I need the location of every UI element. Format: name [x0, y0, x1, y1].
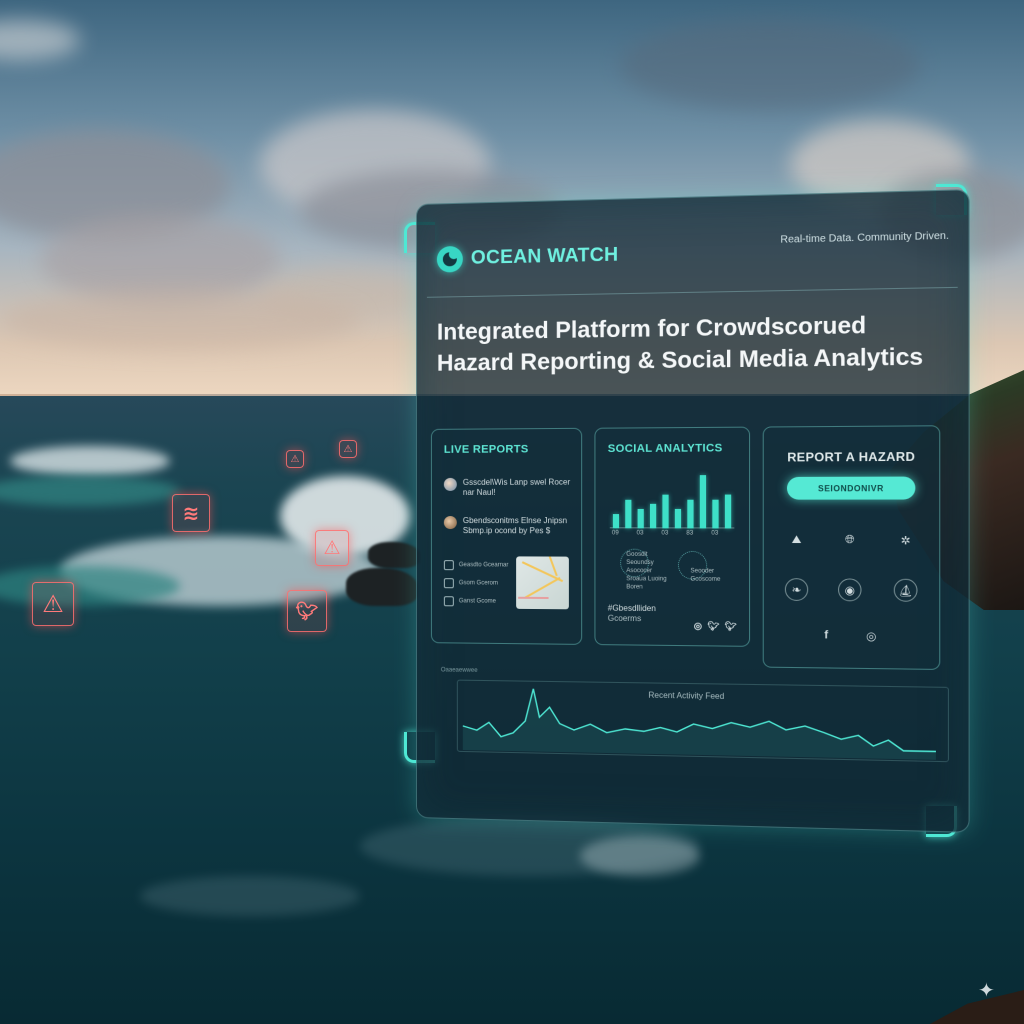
debris-icon[interactable]: ✲	[896, 531, 915, 550]
rock	[346, 568, 418, 606]
tsunami-wave-icon[interactable]: ≋	[172, 494, 210, 532]
report-hazard-card[interactable]: REPORT A HAZARD SEIONDONIVR ⛰ 🌐︎ ✲ ❧ ◉ ⛵…	[762, 425, 941, 670]
hazard-warning-icon[interactable]: ⚠	[32, 582, 74, 626]
chart-x-tick-label: 03	[636, 530, 644, 537]
activity-feed-sparkline	[427, 661, 958, 760]
report-text: Gbendsconitms Elnse Jnipsn Sbmp.ip ocond…	[462, 516, 568, 536]
chart-x-tick-labels: 09 03 03 83 03	[610, 530, 735, 538]
chart-bar	[687, 499, 694, 529]
analytics-list: Goosdit Seoundsy Asococer Sroaua Luoing …	[626, 551, 666, 592]
chart-x-tick-label: 83	[686, 530, 694, 537]
meta-text: Gsom Gcerom	[458, 580, 498, 587]
flood-icon[interactable]: ❧	[784, 578, 809, 601]
chart-bar	[674, 509, 682, 529]
chart-bar	[612, 513, 620, 529]
report-meta-row[interactable]: Gsom Gcerom	[443, 578, 498, 589]
avatar	[443, 516, 457, 530]
report-location-map[interactable]	[516, 556, 569, 610]
analytics-list-item: Gcoscome	[690, 576, 721, 583]
hashtag-text: #Gbesdlliden	[607, 603, 656, 614]
report-hazard-title: REPORT A HAZARD	[787, 449, 916, 465]
twitter-icon[interactable]: 🐦︎	[724, 621, 736, 632]
chart-bar	[637, 509, 644, 529]
avatar	[443, 477, 457, 491]
analytics-list-item: Sroaua Luoing	[626, 576, 667, 583]
social-analytics-card[interactable]: SOCIAL ANALYTICS 09 03 03 83 03 Goosdit Seou…	[594, 426, 751, 647]
report-item[interactable]: Gsscdel\Wis Lanp swel Rocer nar Naul!	[443, 477, 574, 498]
social-analytics-title: SOCIAL ANALYTICS	[607, 442, 723, 456]
tsunami-icon[interactable]: ⛰	[787, 531, 806, 550]
social-bar-chart	[609, 475, 735, 529]
wave-crest	[0, 476, 180, 506]
location-icon	[443, 560, 454, 571]
meta-text: Geasdto Gcearnar	[458, 562, 509, 569]
cloud	[620, 20, 920, 110]
boat-icon[interactable]: ⛵︎	[893, 578, 918, 602]
report-meta-row[interactable]: Geasdto Gcearnar	[443, 560, 509, 571]
analytics-list-item: Asococer	[626, 568, 653, 575]
analytics-list-item: Seoundsy	[626, 559, 654, 567]
chart-bar	[699, 475, 707, 529]
chart-bar	[662, 494, 669, 529]
chart-x-tick-label: 03	[711, 530, 719, 537]
ocean-wave-logo-icon	[436, 245, 463, 273]
hashtag-sub: Gcoerms	[607, 613, 642, 624]
globe-icon[interactable]: 🌐︎	[840, 531, 859, 550]
wave-foam	[580, 836, 700, 876]
hazard-warning-icon[interactable]: ⚠	[286, 450, 304, 468]
brand-name: OCEAN WATCH	[470, 244, 619, 269]
report-meta-row[interactable]: Ganst Gcome	[443, 596, 496, 607]
report-item[interactable]: Gbendsconitms Elnse Jnipsn Sbmp.ip ocond…	[443, 516, 574, 536]
facebook-icon[interactable]: f	[817, 626, 836, 645]
cloud	[0, 20, 80, 60]
hazard-warning-icon[interactable]: ⚠	[339, 440, 357, 458]
page-title: Integrated Platform for Crowdscorued Haz…	[436, 311, 924, 376]
analytics-list: Seooder Gcoscome	[690, 567, 720, 584]
swirl-icon[interactable]: ◉	[838, 578, 862, 602]
chart-x-tick-label: 09	[611, 530, 619, 537]
analytics-list-item: Seooder	[690, 568, 715, 575]
report-text: Gsscdel\Wis Lanp swel Rocer nar Naul!	[462, 477, 571, 497]
chart-bar	[712, 499, 719, 529]
sparkle-icon: ✦	[978, 978, 995, 1002]
wave-foam	[140, 876, 360, 916]
analytics-list-item: Goosdit	[626, 551, 648, 558]
live-reports-card[interactable]: LIVE REPORTS Gsscdel\Wis Lanp swel Rocer…	[430, 427, 583, 645]
twitter-icon[interactable]: 🐦︎	[287, 590, 327, 632]
chart-bar	[724, 494, 732, 529]
trending-hashtag[interactable]: #Gbesdlliden Gcoerms	[608, 604, 656, 625]
meta-text: Ganst Gcome	[458, 598, 496, 605]
dashboard-panel: OCEAN WATCH Real-time Data. Community Dr…	[416, 189, 970, 833]
rock	[368, 542, 420, 568]
chart-bar	[649, 504, 657, 529]
submit-report-button[interactable]: SEIONDONIVR	[786, 476, 916, 500]
chart-x-tick-label: 03	[661, 530, 669, 537]
instagram-icon[interactable]: ◎	[862, 626, 881, 645]
live-reports-title: LIVE REPORTS	[443, 443, 529, 456]
hazard-warning-icon[interactable]: ⚠	[315, 530, 349, 566]
activity-area	[462, 687, 936, 760]
location-icon	[443, 578, 454, 589]
brand[interactable]: OCEAN WATCH	[436, 242, 619, 273]
social-icons: ◎ 🐦︎ 🐦︎	[694, 621, 737, 633]
chart-bar	[625, 499, 632, 529]
location-icon	[443, 596, 454, 607]
activity-feed[interactable]: Oaaeaewwee Recent Activity Feed	[427, 661, 958, 773]
analytics-list-item: Boren	[626, 584, 643, 591]
header-divider	[426, 286, 958, 298]
instagram-icon[interactable]: ◎	[694, 621, 702, 632]
tagline: Real-time Data. Community Driven.	[780, 230, 949, 246]
wave-crest	[10, 446, 170, 476]
cloud	[0, 290, 360, 350]
twitter-icon[interactable]: 🐦︎	[707, 621, 719, 632]
